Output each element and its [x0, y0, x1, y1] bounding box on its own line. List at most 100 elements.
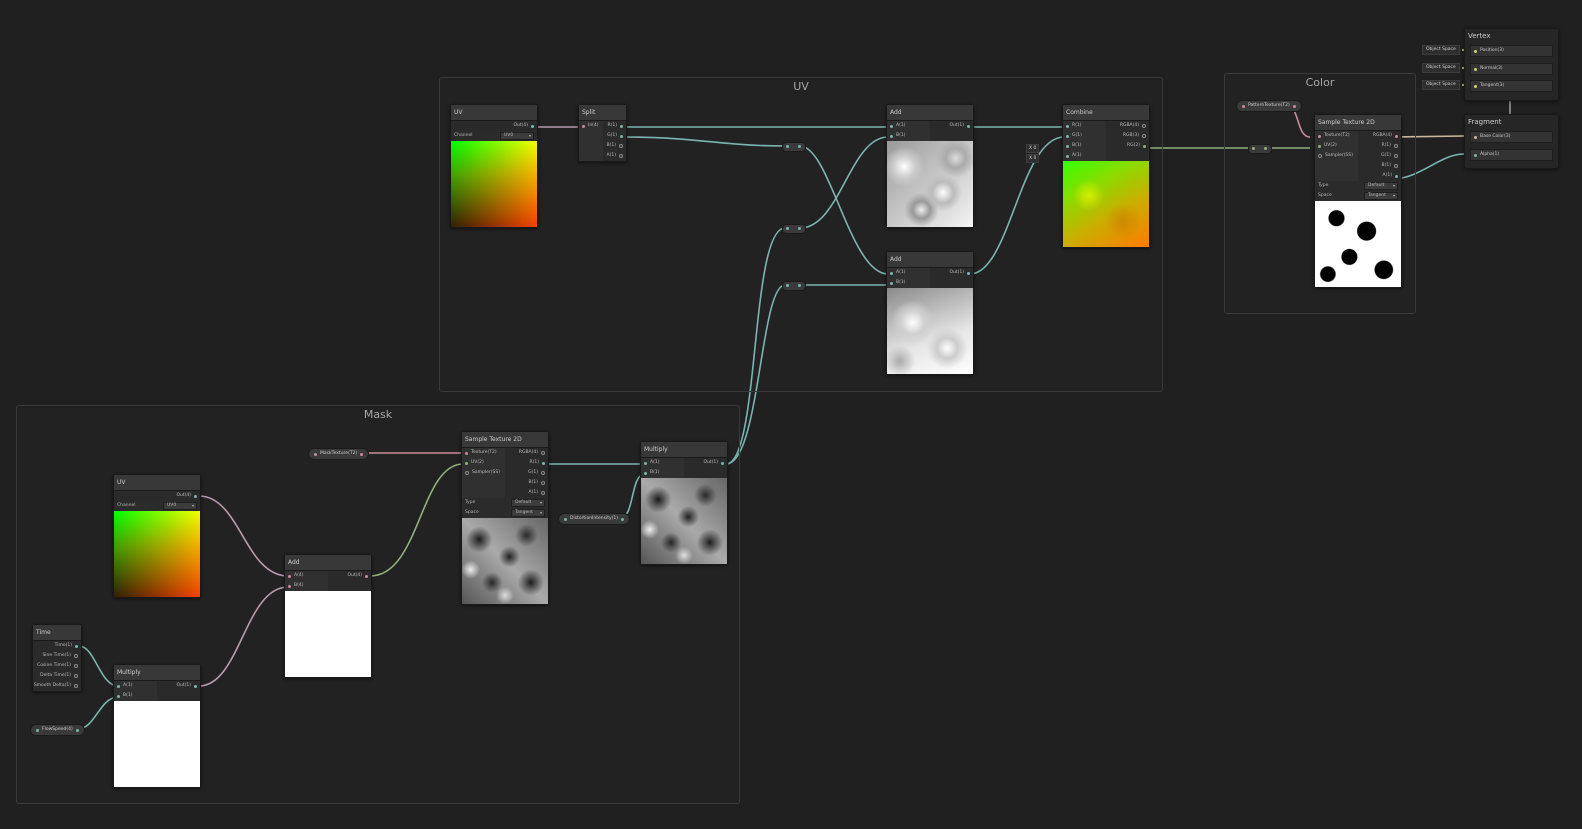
uv-node-top[interactable]: UV Out(4) Channel UV0 — [450, 104, 538, 228]
port-dot[interactable] — [621, 517, 625, 521]
port-dot[interactable] — [1395, 134, 1398, 138]
group-uv[interactable]: UV — [439, 77, 1163, 392]
port-dot[interactable] — [890, 134, 893, 138]
space-dropdown[interactable]: Tangent — [511, 509, 545, 517]
port-out[interactable]: B(1) — [1358, 161, 1401, 171]
uv-node-bottom[interactable]: UV Out(4) Channel UV0 — [113, 474, 201, 598]
port-dot[interactable] — [619, 154, 623, 158]
port-dot[interactable] — [465, 451, 468, 455]
port-dot[interactable] — [1143, 144, 1146, 148]
combine-node[interactable]: Combine R(1) G(1) B(1) A(1) RGBA(4) RGB(… — [1062, 104, 1150, 248]
port-dot[interactable] — [644, 471, 647, 475]
combine-a-field[interactable]: X 0 — [1026, 154, 1040, 163]
port-dot[interactable] — [194, 684, 197, 688]
port-out[interactable]: RGBA(4) — [1358, 131, 1401, 141]
port-out[interactable]: Out(1) — [930, 121, 973, 131]
port-in[interactable]: A(1) — [887, 121, 930, 131]
port-dot[interactable] — [1474, 49, 1477, 53]
port-dot[interactable] — [465, 471, 469, 475]
port-in[interactable]: A(1) — [1063, 151, 1106, 161]
port-in[interactable]: UV(2) — [1315, 141, 1358, 151]
port-in[interactable]: A(1) — [641, 458, 684, 468]
port-dot[interactable] — [1142, 134, 1146, 138]
port-dot[interactable] — [194, 494, 197, 498]
channel-dropdown[interactable]: UV0 — [163, 502, 197, 510]
port-dot[interactable] — [1474, 153, 1477, 157]
port-out[interactable]: Smooth Delta(1) — [33, 681, 81, 691]
port-in[interactable]: G(1) — [1063, 131, 1106, 141]
port-out[interactable]: Out(4) — [328, 571, 371, 581]
time-node[interactable]: Time Time(1) Sine Time(1) Cosine Time(1)… — [32, 624, 82, 692]
space-tag[interactable]: Object Space — [1422, 63, 1460, 73]
fragment-base-color-slot[interactable]: Base Color(3) — [1470, 131, 1553, 143]
vertex-tangent-slot[interactable]: Tangent(3) — [1470, 80, 1553, 92]
port-dot[interactable] — [1318, 154, 1322, 158]
port-out[interactable]: B(1) — [505, 478, 548, 488]
port-dot[interactable] — [620, 124, 623, 128]
port-dot[interactable] — [798, 145, 801, 148]
port-dot[interactable] — [74, 674, 78, 678]
vertex-normal-slot[interactable]: Normal(3) — [1470, 63, 1553, 75]
port-dot[interactable] — [967, 124, 970, 128]
port-in[interactable]: R(1) — [1063, 121, 1106, 131]
port-dot[interactable] — [541, 451, 545, 455]
multiply-node-bottom[interactable]: Multiply A(1) B(1) Out(1) — [113, 664, 201, 788]
port-dot[interactable] — [74, 664, 78, 668]
port-out[interactable]: RGB(3) — [1106, 131, 1149, 141]
port-dot[interactable] — [798, 227, 801, 230]
reroute-node[interactable] — [782, 281, 806, 291]
port-dot[interactable] — [365, 574, 368, 578]
port-dot[interactable] — [288, 584, 291, 588]
port-dot[interactable] — [1142, 124, 1146, 128]
port-dot[interactable] — [1066, 144, 1069, 148]
port-in[interactable]: A(1) — [114, 681, 157, 691]
pattern-texture-property[interactable]: PatternTexture(T2) — [1236, 100, 1302, 112]
port-out[interactable]: RG(2) — [1106, 141, 1149, 151]
combine-b-field[interactable]: X 0 — [1026, 144, 1040, 153]
port-out[interactable]: RGBA(4) — [1106, 121, 1149, 131]
port-dot[interactable] — [1318, 144, 1321, 148]
add-node-bottom[interactable]: Add A(4) B(4) Out(4) — [284, 554, 372, 678]
port-dot[interactable] — [74, 654, 78, 658]
port-out[interactable]: Sine Time(1) — [33, 651, 81, 661]
port-dot[interactable] — [1066, 134, 1069, 138]
port-dot[interactable] — [1394, 144, 1398, 148]
port-dot[interactable] — [1395, 174, 1398, 178]
port-dot[interactable] — [1264, 147, 1267, 150]
port-dot[interactable] — [541, 491, 545, 495]
port-dot[interactable] — [786, 145, 789, 148]
port-out[interactable]: Out(1) — [930, 268, 973, 278]
port-out[interactable]: R(1) — [603, 121, 627, 131]
add-node-top[interactable]: Add A(1) B(1) Out(1) — [886, 104, 974, 228]
port-dot[interactable] — [1066, 124, 1069, 128]
port-dot[interactable] — [117, 694, 120, 698]
port-in[interactable]: B(1) — [887, 131, 930, 141]
port-in[interactable]: Sampler(SS) — [462, 468, 505, 478]
port-out[interactable]: Out(4) — [451, 121, 537, 131]
port-dot[interactable] — [1318, 134, 1321, 138]
reroute-node[interactable] — [782, 142, 806, 152]
port-out[interactable]: RGBA(4) — [505, 448, 548, 458]
space-dropdown[interactable]: Tangent — [1364, 192, 1398, 200]
port-dot[interactable] — [620, 134, 623, 138]
port-dot[interactable] — [1066, 154, 1069, 158]
channel-dropdown[interactable]: UV0 — [500, 132, 534, 140]
port-dot[interactable] — [1252, 147, 1255, 150]
port-out[interactable]: R(1) — [505, 458, 548, 468]
port-in[interactable]: UV(2) — [462, 458, 505, 468]
port-out[interactable]: Cosine Time(1) — [33, 661, 81, 671]
distortion-intensity-property[interactable]: DistortionIntensity(1) — [558, 513, 631, 525]
port-dot[interactable] — [541, 471, 545, 475]
port-dot[interactable] — [619, 144, 623, 148]
port-dot[interactable] — [890, 281, 893, 285]
fragment-alpha-slot[interactable]: Alpha(1) — [1470, 149, 1553, 161]
vertex-position-slot[interactable]: Position(3) — [1470, 45, 1553, 57]
port-dot[interactable] — [117, 684, 120, 688]
add-node-mid[interactable]: Add A(1) B(1) Out(1) — [886, 251, 974, 375]
port-dot[interactable] — [1394, 164, 1398, 168]
port-out[interactable]: Out(1) — [684, 458, 727, 468]
port-in[interactable]: B(1) — [1063, 141, 1106, 151]
port-dot[interactable] — [786, 284, 789, 287]
multiply-mask-node[interactable]: Multiply A(1) B(1) Out(1) — [640, 441, 728, 565]
port-out[interactable]: B(1) — [603, 141, 627, 151]
